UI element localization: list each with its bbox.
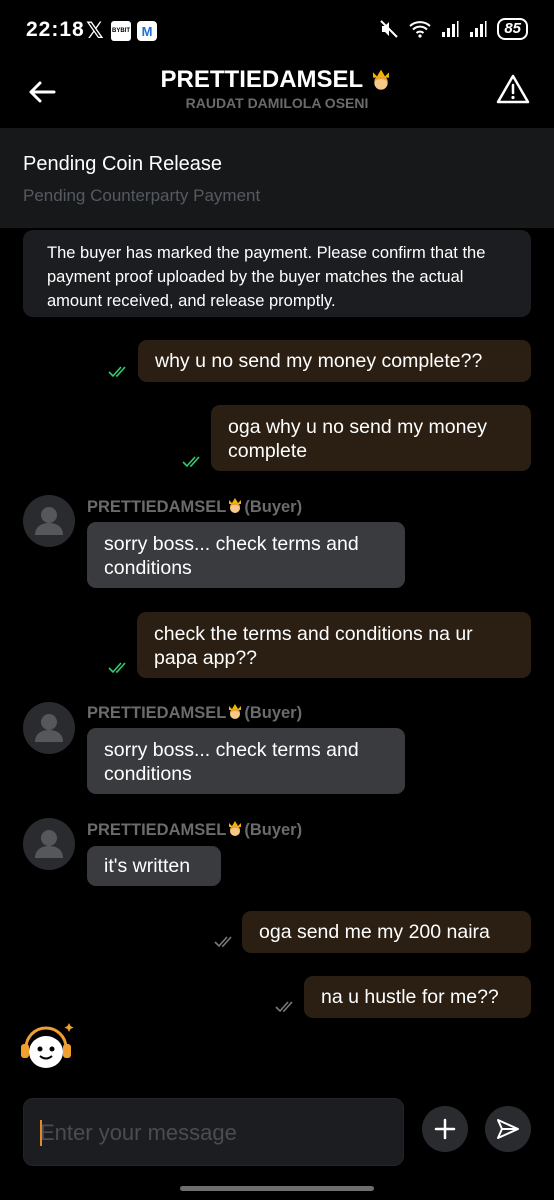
counterparty-fullname: RAUDAT DAMILOLA OSENI (185, 95, 369, 111)
chat-header: PRETTIEDAMSEL RAUDAT DAMILOLA OSENI (0, 62, 554, 128)
x-app-icon: 𝕏 (86, 18, 104, 43)
report-button[interactable] (494, 70, 532, 108)
avatar[interactable] (23, 495, 75, 547)
outgoing-message[interactable]: why u no send my money complete?? (138, 340, 531, 382)
princess-emoji-icon (229, 821, 242, 836)
status-time: 22:18 (26, 18, 85, 41)
user-avatar-icon (35, 830, 63, 858)
outgoing-message[interactable]: oga send me my 200 naira (242, 911, 531, 953)
sent-receipt-icon (275, 1001, 293, 1013)
sent-receipt-icon (214, 936, 232, 948)
signal-icon-2 (470, 21, 487, 37)
text-cursor (40, 1120, 42, 1146)
incoming-message[interactable]: sorry boss... check terms and conditions (87, 522, 405, 588)
avatar[interactable] (23, 702, 75, 754)
home-indicator[interactable] (180, 1186, 374, 1191)
user-avatar-icon (35, 507, 63, 535)
user-avatar-icon (35, 714, 63, 742)
princess-emoji-icon (373, 69, 390, 90)
signal-icon (442, 21, 459, 37)
princess-emoji-icon (229, 704, 242, 719)
sender-label: PRETTIEDAMSEL (Buyer) (87, 704, 303, 722)
m-app-icon: M (137, 21, 157, 41)
mute-icon (380, 20, 399, 38)
message-input[interactable] (40, 1099, 390, 1167)
status-icons: 85 (379, 18, 528, 40)
battery-indicator: 85 (497, 18, 528, 40)
chat-assistant-icon (21, 1023, 74, 1068)
princess-emoji-icon (229, 498, 242, 513)
order-sub-status: Pending Counterparty Payment (23, 186, 261, 205)
send-icon (497, 1119, 519, 1139)
incoming-message[interactable]: sorry boss... check terms and conditions (87, 728, 405, 794)
sender-label: PRETTIEDAMSEL (Buyer) (87, 821, 303, 839)
status-bar: 22:18 𝕏 BYBIT M 85 (0, 0, 554, 62)
order-status: Pending Coin Release (23, 153, 223, 175)
send-button[interactable] (485, 1106, 531, 1152)
order-status-banner[interactable]: Pending Coin Release Pending Counterpart… (0, 128, 554, 228)
outgoing-message[interactable]: oga why u no send my money complete (211, 405, 531, 471)
page-title: PRETTIEDAMSEL (0, 66, 554, 94)
counterparty-name: PRETTIEDAMSEL (160, 66, 363, 93)
system-notice: The buyer has marked the payment. Please… (23, 230, 531, 317)
incoming-message[interactable]: it's written (87, 846, 221, 886)
support-bot-button[interactable] (18, 1020, 76, 1076)
read-receipt-icon (108, 366, 126, 378)
read-receipt-icon (182, 456, 200, 468)
bybit-app-icon: BYBIT (111, 21, 131, 41)
plus-icon (434, 1118, 456, 1140)
warning-icon (496, 74, 530, 104)
attach-button[interactable] (422, 1106, 468, 1152)
outgoing-message[interactable]: na u hustle for me?? (304, 976, 531, 1018)
message-composer (23, 1098, 404, 1167)
outgoing-message[interactable]: check the terms and conditions na ur pap… (137, 612, 531, 678)
read-receipt-icon (108, 662, 126, 674)
sender-label: PRETTIEDAMSEL (Buyer) (87, 498, 303, 516)
wifi-icon (409, 21, 431, 38)
avatar[interactable] (23, 818, 75, 870)
